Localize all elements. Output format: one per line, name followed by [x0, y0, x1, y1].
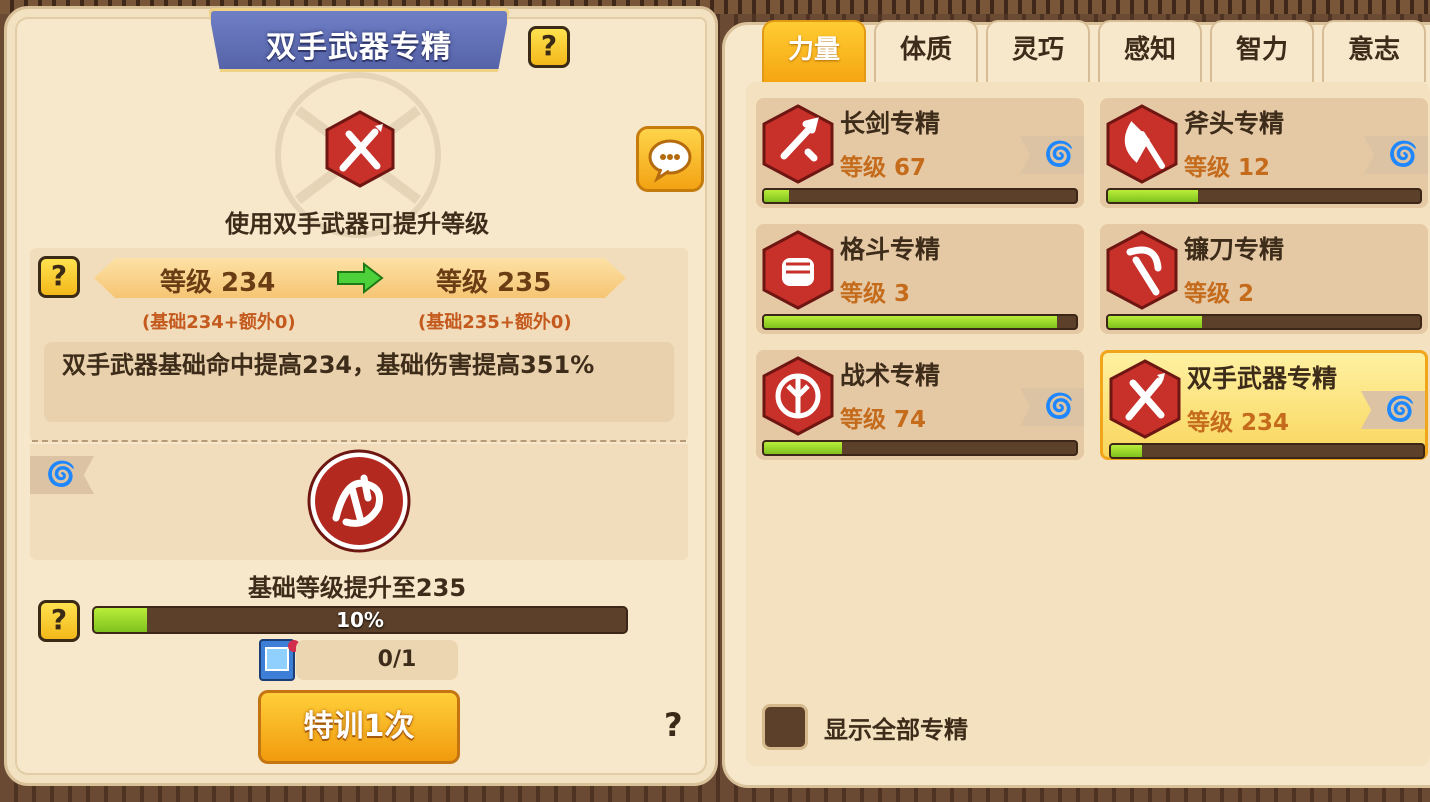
sword-icon: [762, 104, 834, 184]
progress-label: 10%: [336, 608, 384, 632]
title-ribbon: 双手武器专精: [208, 8, 510, 80]
tactics-icon: [762, 356, 834, 436]
detail-title: 双手武器专精: [266, 30, 452, 65]
skill-name: 斧头专精: [1184, 109, 1285, 138]
skill-level: 等级 74: [840, 407, 927, 433]
item-count: 0/1: [296, 640, 458, 680]
skill-progress-fill: [764, 442, 842, 454]
next-level-breakdown: (基础235+额外0): [418, 312, 572, 333]
skill-level: 等级 2: [1184, 281, 1255, 307]
show-all-label: 显示全部专精: [824, 716, 968, 744]
help-icon[interactable]: ?: [664, 706, 683, 744]
skill-progress-fill: [764, 190, 789, 202]
two-hand-weapon-icon: [325, 110, 395, 188]
swirl-icon: 🌀: [1044, 392, 1074, 420]
swirl-icon: 🌀: [1044, 140, 1074, 168]
skill-progress-bar: [762, 314, 1078, 330]
skill-progress-bar: [762, 440, 1078, 456]
skill-progress-fill: [1108, 190, 1199, 202]
swirl-tag[interactable]: 🌀: [1020, 136, 1084, 174]
swirl-tag[interactable]: 🌀: [1020, 388, 1084, 426]
skill-progress-bar: [762, 188, 1078, 204]
title-help-button[interactable]: ?: [528, 26, 570, 68]
skill-card[interactable]: 长剑专精等级 67 🌀: [756, 98, 1084, 208]
progress-help-button[interactable]: ?: [38, 600, 80, 642]
fist-icon: [762, 230, 834, 310]
training-progress-bar: 10%: [92, 606, 628, 634]
tab-perception[interactable]: 感知: [1098, 20, 1202, 82]
tab-constitution[interactable]: 体质: [874, 20, 978, 82]
chat-icon: [648, 139, 692, 183]
skill-progress-bar: [1106, 314, 1422, 330]
show-all-checkbox[interactable]: [762, 704, 808, 750]
skill-card[interactable]: 战术专精等级 74 🌀: [756, 350, 1084, 460]
tab-intelligence[interactable]: 智力: [1210, 20, 1314, 82]
skill-progress-bar: [1106, 188, 1422, 204]
upgrade-text: 基础等级提升至235: [247, 574, 467, 602]
skill-progress-bar: [1109, 443, 1425, 459]
skill-name: 格斗专精: [840, 235, 941, 264]
swirl-tag[interactable]: 🌀: [1364, 136, 1428, 174]
arrow-right-icon: [337, 262, 384, 294]
skill-card[interactable]: 斧头专精等级 12 🌀: [1100, 98, 1428, 208]
skill-progress-fill: [1111, 445, 1143, 457]
skill-name: 双手武器专精: [1187, 364, 1338, 393]
tab-willpower[interactable]: 意志: [1322, 20, 1426, 82]
skill-card[interactable]: 格斗专精等级 3: [756, 224, 1084, 334]
skill-level: 等级 234: [1187, 410, 1290, 436]
skill-progress-fill: [764, 316, 1058, 328]
detail-description: 使用双手武器可提升等级: [225, 210, 489, 238]
swirl-icon: 🌀: [1388, 140, 1418, 168]
two-hand-weapon-icon: [1109, 359, 1181, 439]
swirl-icon: 🌀: [1385, 395, 1415, 423]
skill-card[interactable]: 镰刀专精等级 2: [1100, 224, 1428, 334]
tab-dexterity[interactable]: 灵巧: [986, 20, 1090, 82]
divider: [32, 440, 686, 442]
skill-progress-fill: [1108, 316, 1202, 328]
current-level: 等级 234: [160, 268, 276, 298]
tab-strength[interactable]: 力量: [762, 20, 866, 82]
skill-name: 战术专精: [840, 361, 941, 390]
swirl-tag[interactable]: 🌀: [1361, 391, 1425, 429]
train-once-button[interactable]: 特训1次: [258, 690, 460, 764]
swirl-icon: 🌀: [46, 460, 76, 488]
chat-button[interactable]: [636, 126, 704, 192]
current-level-breakdown: (基础234+额外0): [142, 312, 296, 333]
axe-icon: [1106, 104, 1178, 184]
skill-level: 等级 67: [840, 155, 927, 181]
skill-level: 等级 12: [1184, 155, 1271, 181]
power-skill-icon: [307, 449, 411, 553]
skill-name: 长剑专精: [840, 109, 941, 138]
next-level: 等级 235: [436, 268, 552, 298]
effect-text: 双手武器基础命中提高234，基础伤害提高351%: [44, 342, 674, 422]
level-help-button[interactable]: ?: [38, 256, 80, 298]
skill-level: 等级 3: [840, 281, 911, 307]
scythe-icon: [1106, 230, 1178, 310]
skill-name: 镰刀专精: [1184, 235, 1285, 264]
skill-card[interactable]: 双手武器专精 等级 234 🌀: [1100, 350, 1428, 460]
